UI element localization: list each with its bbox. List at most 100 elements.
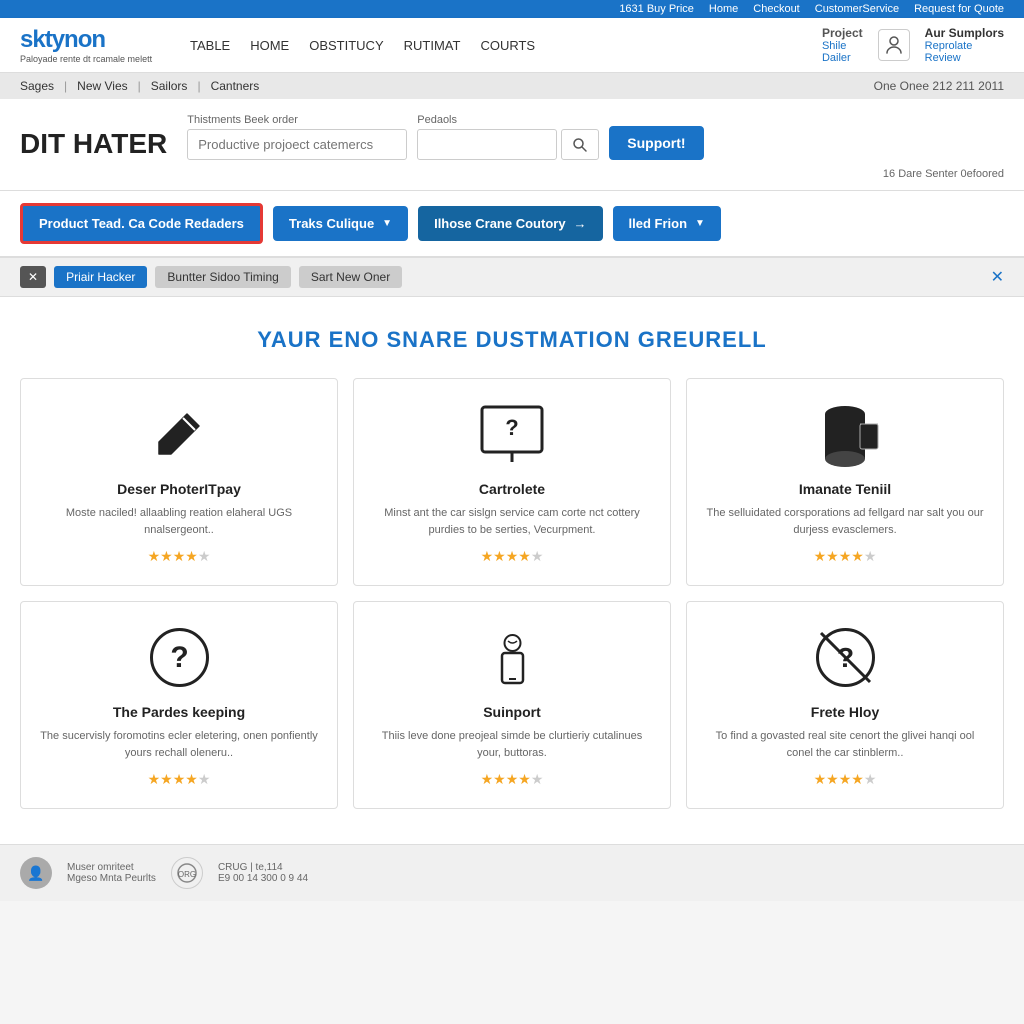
- main-content: YAUR ENO SNARE DUSTMATION GREURELL Deser…: [0, 297, 1024, 844]
- breadcrumb-sailors[interactable]: Sailors: [151, 79, 188, 93]
- breadcrumb-left: Sages | New Vies | Sailors | Cantners: [20, 79, 259, 93]
- header: sktynon Paloyade rente dt rcamale melett…: [0, 18, 1024, 73]
- card-5: Suinport Thiis leve done preojeal simde …: [353, 601, 671, 809]
- card-2-stars: ★★★★★: [369, 548, 655, 565]
- search-icon-button[interactable]: [561, 129, 599, 160]
- card-4-stars: ★★★★★: [36, 771, 322, 788]
- aur-label: Aur Sumplors: [925, 26, 1004, 40]
- topbar-customer-service[interactable]: CustomerService: [815, 3, 899, 15]
- search-input-1[interactable]: [187, 129, 407, 160]
- nav-courts[interactable]: COURTS: [480, 38, 535, 53]
- search-label-2: Pedaols: [417, 114, 599, 126]
- breadcrumb-new-vies[interactable]: New Vies: [77, 79, 127, 93]
- breadcrumb-sep2: |: [138, 79, 141, 93]
- svg-text:ORG: ORG: [178, 870, 196, 879]
- phone-support-icon: [369, 622, 655, 692]
- card-3-stars: ★★★★★: [702, 548, 988, 565]
- card-3-title: Imanate Teniil: [702, 481, 988, 497]
- chevron-down-icon-2: ▼: [695, 218, 705, 229]
- user-icon-btn[interactable]: [878, 29, 910, 61]
- footer: 👤 Muser omriteet Mgeso Mnta Peurlts ORG …: [0, 844, 1024, 901]
- aur-link-review[interactable]: Review: [925, 52, 961, 64]
- chevron-down-icon: ▼: [382, 218, 392, 229]
- nav-rutimat[interactable]: RUTIMAT: [404, 38, 461, 53]
- cards-grid-top: Deser PhoterITpay Moste naciled! allaabl…: [20, 378, 1004, 586]
- card-1-stars: ★★★★★: [36, 548, 322, 565]
- filter-btn-lled[interactable]: lled Frion ▼: [613, 206, 721, 241]
- breadcrumb-cantners[interactable]: Cantners: [211, 79, 260, 93]
- tag-clear-all-button[interactable]: ✕: [20, 266, 46, 288]
- filter-btn-ilhose[interactable]: Ilhose Crane Coutory →: [418, 206, 602, 241]
- search-input-2[interactable]: [417, 129, 557, 160]
- card-2-desc: Minst ant the car sislgn service cam cor…: [369, 505, 655, 538]
- aur-info: Aur Sumplors Reprolate Review: [925, 26, 1004, 64]
- no-question-icon: ?: [702, 622, 988, 692]
- tag-row: ✕ Priair Hacker Buntter Sidoo Timing Sar…: [0, 258, 1024, 297]
- section-title: YAUR ENO SNARE DUSTMATION GREURELL: [20, 327, 1004, 353]
- cards-grid-bottom: ? The Pardes keeping The sucervisly foro…: [20, 601, 1004, 809]
- search-section: DIT HATER Thistments Beek order Pedaols …: [0, 99, 1024, 191]
- topbar-checkout[interactable]: Checkout: [753, 3, 799, 15]
- footer-avatar: 👤: [20, 857, 52, 889]
- svg-text:?: ?: [505, 415, 518, 440]
- footer-user-info: Muser omriteet Mgeso Mnta Peurlts: [67, 862, 156, 884]
- logo-text[interactable]: sktynon: [20, 26, 160, 54]
- card-6-desc: To find a govasted real site cenort the …: [702, 728, 988, 761]
- main-nav: TABLE HOME OBSTITUCY RUTIMAT COURTS: [190, 38, 792, 53]
- search-group-2: Pedaols: [417, 114, 599, 160]
- logo-area: sktynon Paloyade rente dt rcamale melett: [20, 26, 160, 64]
- breadcrumb-sep1: |: [64, 79, 67, 93]
- card-6-title: Frete Hloy: [702, 704, 988, 720]
- topbar-home[interactable]: Home: [709, 3, 738, 15]
- tag-close-icon[interactable]: ✕: [991, 267, 1004, 287]
- tag-priair-hacker[interactable]: Priair Hacker: [54, 266, 147, 288]
- card-5-title: Suinport: [369, 704, 655, 720]
- card-5-stars: ★★★★★: [369, 771, 655, 788]
- card-1: Deser PhoterITpay Moste naciled! allaabl…: [20, 378, 338, 586]
- breadcrumb-sages[interactable]: Sages: [20, 79, 54, 93]
- topbar-buy-price[interactable]: 1631 Buy Price: [619, 3, 694, 15]
- footer-org-text: CRUG | te,114: [218, 862, 308, 873]
- aur-link-reprolate[interactable]: Reprolate: [925, 40, 973, 52]
- card-1-title: Deser PhoterITpay: [36, 481, 322, 497]
- card-1-desc: Moste naciled! allaabling reation elaher…: [36, 505, 322, 538]
- monitor-question-icon: ?: [369, 399, 655, 469]
- search-row: DIT HATER Thistments Beek order Pedaols …: [20, 114, 1004, 160]
- page-title: DIT HATER: [20, 128, 167, 160]
- filter-btn-product[interactable]: Product Tead. Ca Code Redaders: [20, 203, 263, 244]
- logo-sub: Paloyade rente dt rcamale melett: [20, 54, 160, 64]
- nav-obstitucy[interactable]: OBSTITUCY: [309, 38, 383, 53]
- tag-sart-new[interactable]: Sart New Oner: [299, 266, 402, 288]
- card-4: ? The Pardes keeping The sucervisly foro…: [20, 601, 338, 809]
- footer-org-sub: E9 00 14 300 0 9 44: [218, 873, 308, 884]
- search-group-1: Thistments Beek order: [187, 114, 407, 160]
- support-button[interactable]: Support!: [609, 126, 703, 160]
- breadcrumb-sep3: |: [197, 79, 200, 93]
- card-6: ? Frete Hloy To find a govasted real sit…: [686, 601, 1004, 809]
- card-2: ? Cartrolete Minst ant the car sislgn se…: [353, 378, 671, 586]
- nav-table[interactable]: TABLE: [190, 38, 230, 53]
- project-label: Project: [822, 26, 863, 40]
- header-right: Project Shile Dailer Aur Sumplors Reprol…: [822, 26, 1004, 64]
- project-info: Project Shile Dailer: [822, 26, 863, 64]
- search-label-1: Thistments Beek order: [187, 114, 407, 126]
- tag-buntter-sidoo[interactable]: Buntter Sidoo Timing: [155, 266, 290, 288]
- project-link-shile[interactable]: Shile: [822, 40, 846, 52]
- project-link-dailer[interactable]: Dailer: [822, 52, 851, 64]
- aur-links[interactable]: Reprolate Review: [925, 40, 1004, 64]
- breadcrumb-bar: Sages | New Vies | Sailors | Cantners On…: [0, 73, 1024, 99]
- nav-home[interactable]: HOME: [250, 38, 289, 53]
- card-4-title: The Pardes keeping: [36, 704, 322, 720]
- project-links[interactable]: Shile Dailer: [822, 40, 863, 64]
- topbar-request-quote[interactable]: Request for Quote: [914, 3, 1004, 15]
- filter-btn-traks[interactable]: Traks Culique ▼: [273, 206, 408, 241]
- footer-org-info: CRUG | te,114 E9 00 14 300 0 9 44: [218, 862, 308, 884]
- arrow-right-icon: →: [574, 216, 587, 231]
- card-6-stars: ★★★★★: [702, 771, 988, 788]
- help-circle-icon: ?: [36, 622, 322, 692]
- top-bar: 1631 Buy Price Home Checkout CustomerSer…: [0, 0, 1024, 18]
- card-3: Imanate Teniil The selluidated corsporat…: [686, 378, 1004, 586]
- svg-text:?: ?: [170, 641, 188, 674]
- filter-row: Product Tead. Ca Code Redaders Traks Cul…: [0, 191, 1024, 258]
- cylinder-icon: [702, 399, 988, 469]
